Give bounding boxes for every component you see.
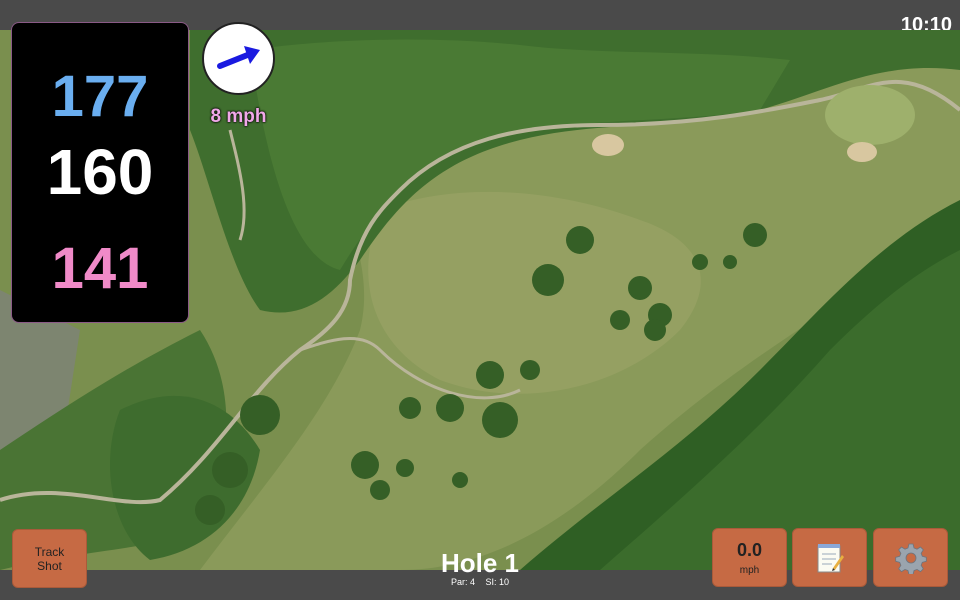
hole-details: Par: 4 SI: 10 xyxy=(380,577,580,587)
track-shot-label: Track Shot xyxy=(34,544,65,573)
wind-indicator xyxy=(202,22,275,95)
distance-panel: 177 160 141 xyxy=(11,22,189,323)
front-distance: 141 xyxy=(51,236,149,301)
hole-par: Par: 4 xyxy=(450,577,475,587)
wind-speed-unit: mph xyxy=(739,564,760,576)
hole-title: Hole 1 xyxy=(440,548,520,578)
middle-distance: 160 xyxy=(46,136,154,208)
wind-speed-value: 0.0 xyxy=(736,539,763,560)
back-distance: 177 xyxy=(51,64,149,129)
wind-speed-label: 8 mph xyxy=(210,106,267,127)
gear-icon xyxy=(894,543,927,574)
track-shot-button[interactable]: Track Shot xyxy=(12,529,87,588)
settings-button[interactable] xyxy=(873,528,948,587)
wind-speed-button[interactable]: 0.0 mph xyxy=(712,528,787,587)
notepad-icon xyxy=(817,543,844,572)
notes-button[interactable] xyxy=(792,528,867,587)
hole-stroke-index: SI: 10 xyxy=(485,577,510,587)
arrow-icon xyxy=(217,46,260,69)
